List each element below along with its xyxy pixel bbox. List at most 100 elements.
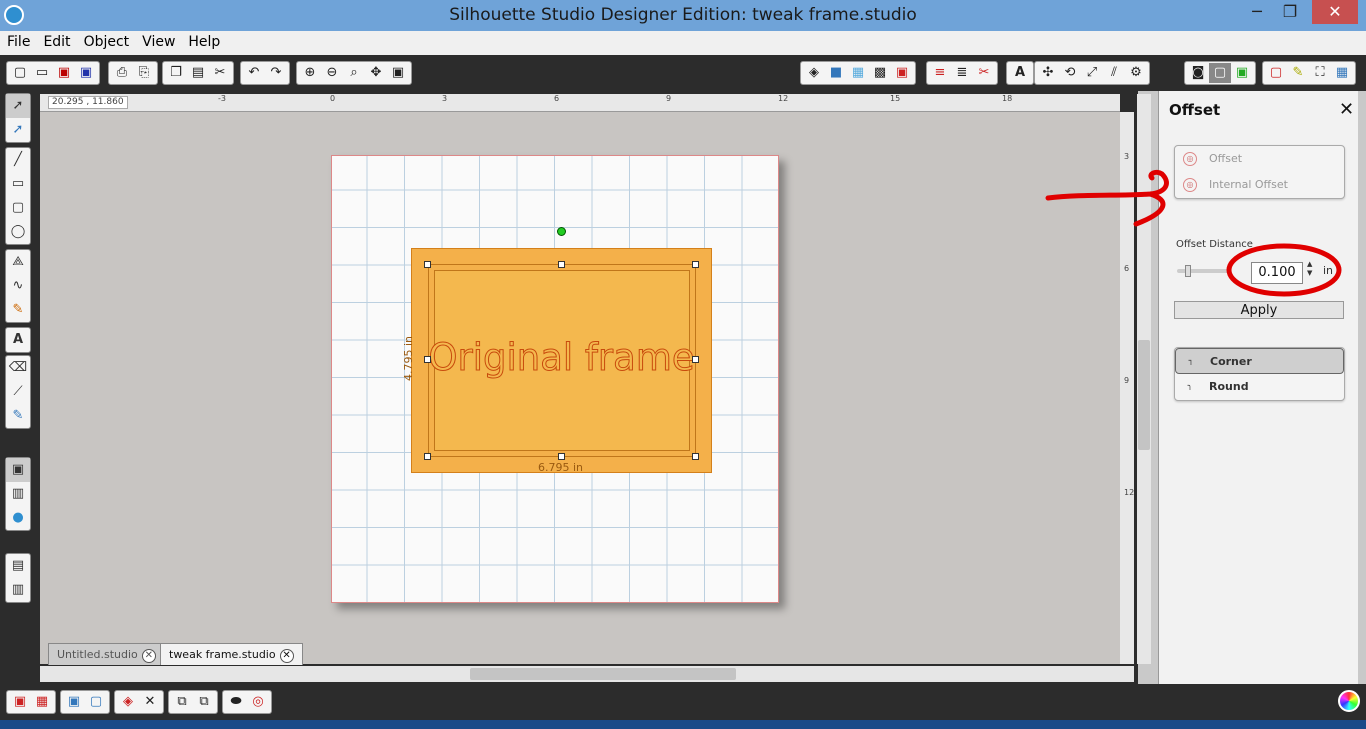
tab-close-icon[interactable]: ✕ — [279, 649, 294, 663]
apply-button[interactable]: Apply — [1174, 301, 1344, 319]
zoom-out-icon[interactable]: ⊖ — [321, 63, 343, 83]
gradient-icon[interactable]: ▦ — [847, 63, 869, 83]
rotate-icon[interactable]: ⟲ — [1059, 63, 1081, 83]
menu-view[interactable]: View — [136, 31, 181, 53]
round-option[interactable]: ╮ Round — [1175, 374, 1344, 400]
selection-handle[interactable] — [424, 261, 431, 268]
selection-handle[interactable] — [692, 453, 699, 460]
menu-file[interactable]: File — [1, 31, 36, 53]
maximize-button[interactable]: ❐ — [1270, 0, 1310, 24]
fill-icon[interactable]: ◈ — [803, 63, 825, 83]
copy-icon[interactable]: ❐ — [165, 63, 187, 83]
save-to-library-icon[interactable]: ▣ — [75, 63, 97, 83]
horizontal-scrollbar[interactable] — [40, 666, 1134, 682]
fullscreen-icon[interactable]: ⛶ — [1309, 63, 1331, 83]
paste-icon[interactable]: ▤ — [187, 63, 209, 83]
selection-handle[interactable] — [424, 453, 431, 460]
internal-offset-option[interactable]: ◎ Internal Offset — [1175, 172, 1344, 198]
pattern-icon[interactable]: ▩ — [869, 63, 891, 83]
duplicate-icon[interactable]: ◈ — [117, 692, 139, 712]
selection-handle[interactable] — [558, 261, 565, 268]
zoom-select-icon[interactable]: ⌕ — [343, 63, 365, 83]
slider-knob[interactable] — [1185, 265, 1191, 277]
rotation-handle[interactable] — [557, 227, 566, 236]
tab-untitled[interactable]: Untitled.studio ✕ — [48, 643, 165, 665]
align-icon[interactable]: ✣ — [1037, 63, 1059, 83]
eraser-tool-icon[interactable]: ⌫ — [6, 356, 30, 380]
redo-icon[interactable]: ↷ — [265, 63, 287, 83]
edit-points-icon[interactable]: ➚ — [6, 118, 30, 142]
sketch-pen-icon[interactable]: ✎ — [6, 404, 30, 428]
offset-option[interactable]: ◎ Offset — [1175, 146, 1344, 172]
polygon-tool-icon[interactable]: ⟁ — [6, 250, 30, 274]
split-vertical-icon[interactable]: ▥ — [6, 578, 30, 602]
ungroup-icon[interactable]: ▦ — [31, 692, 53, 712]
curve-tool-icon[interactable]: ∿ — [6, 274, 30, 298]
fit-page-icon[interactable]: ▣ — [387, 63, 409, 83]
print-cut-icon[interactable]: ⎘ — [133, 63, 155, 83]
send-back-icon[interactable]: ⧉ — [193, 692, 215, 712]
library-icon[interactable]: ◙ — [1187, 63, 1209, 83]
print-icon[interactable]: ⎙ — [111, 63, 133, 83]
zoom-in-icon[interactable]: ⊕ — [299, 63, 321, 83]
page-setup-icon[interactable]: ▢ — [1265, 63, 1287, 83]
vertical-scroll-thumb[interactable] — [1138, 340, 1150, 450]
rounded-rectangle-tool-icon[interactable]: ▢ — [6, 196, 30, 220]
offset-distance-input[interactable]: 0.100 — [1251, 262, 1303, 284]
release-compound-icon[interactable]: ▢ — [85, 692, 107, 712]
menu-object[interactable]: Object — [78, 31, 136, 53]
cut-style-icon[interactable]: ✂ — [973, 63, 995, 83]
sketch-icon[interactable]: ✎ — [1287, 63, 1309, 83]
replicate-icon[interactable]: ⚙ — [1125, 63, 1147, 83]
text-tool-icon[interactable]: A — [6, 328, 30, 352]
new-file-icon[interactable]: ▢ — [9, 63, 31, 83]
line-color-icon[interactable]: ▣ — [891, 63, 913, 83]
pan-icon[interactable]: ✥ — [365, 63, 387, 83]
tab-close-icon[interactable]: ✕ — [141, 649, 156, 663]
offset-distance-stepper[interactable]: ▲ ▼ — [1307, 260, 1312, 278]
trace-icon[interactable]: ▣ — [1231, 63, 1253, 83]
grid-icon[interactable]: ▦ — [1331, 63, 1353, 83]
knife-tool-icon[interactable]: ⟋ — [6, 380, 30, 404]
offset-distance-slider[interactable] — [1177, 265, 1229, 277]
line-tool-icon[interactable]: ╱ — [6, 148, 30, 172]
horizontal-scroll-thumb[interactable] — [470, 668, 736, 680]
scale-icon[interactable]: ⤢ — [1081, 63, 1103, 83]
make-compound-icon[interactable]: ▣ — [63, 692, 85, 712]
close-button[interactable]: ✕ — [1312, 0, 1358, 24]
menu-edit[interactable]: Edit — [37, 31, 76, 53]
group-icon[interactable]: ▣ — [9, 692, 31, 712]
select-arrow-icon[interactable]: ➚ — [6, 94, 30, 118]
open-file-icon[interactable]: ▭ — [31, 63, 53, 83]
shear-icon[interactable]: ⫽ — [1103, 63, 1125, 83]
cut-icon[interactable]: ✂ — [209, 63, 231, 83]
selection-handle[interactable] — [692, 356, 699, 363]
offset-panel-icon[interactable]: ▢ — [1209, 63, 1231, 83]
frame-text[interactable]: Original frame — [411, 336, 712, 380]
save-icon[interactable]: ▣ — [53, 63, 75, 83]
split-horizontal-icon[interactable]: ▤ — [6, 554, 30, 578]
line-weight-icon[interactable]: ≣ — [951, 63, 973, 83]
rectangle-tool-icon[interactable]: ▭ — [6, 172, 30, 196]
color-wheel-icon[interactable] — [1338, 690, 1360, 712]
selection-handle[interactable] — [558, 453, 565, 460]
ellipse-tool-icon[interactable]: ◯ — [6, 220, 30, 244]
silhouette-store-icon[interactable]: ● — [6, 506, 30, 530]
weld-icon[interactable]: ⬬ — [225, 692, 247, 712]
panel-close-icon[interactable]: ✕ — [1339, 99, 1354, 120]
fill-color-icon[interactable]: ■ — [825, 63, 847, 83]
text-style-icon[interactable]: A — [1009, 63, 1031, 83]
freehand-tool-icon[interactable]: ✎ — [6, 298, 30, 322]
line-style-icon[interactable]: ≡ — [929, 63, 951, 83]
library-book-icon[interactable]: ▥ — [6, 482, 30, 506]
design-page-icon[interactable]: ▣ — [6, 458, 30, 482]
vertical-scrollbar[interactable] — [1137, 94, 1151, 664]
selection-handle[interactable] — [424, 356, 431, 363]
menu-help[interactable]: Help — [182, 31, 226, 53]
offset-icon[interactable]: ◎ — [247, 692, 269, 712]
bring-front-icon[interactable]: ⧉ — [171, 692, 193, 712]
selection-handle[interactable] — [692, 261, 699, 268]
delete-icon[interactable]: ✕ — [139, 692, 161, 712]
undo-icon[interactable]: ↶ — [243, 63, 265, 83]
tab-tweak-frame[interactable]: tweak frame.studio ✕ — [160, 643, 303, 665]
